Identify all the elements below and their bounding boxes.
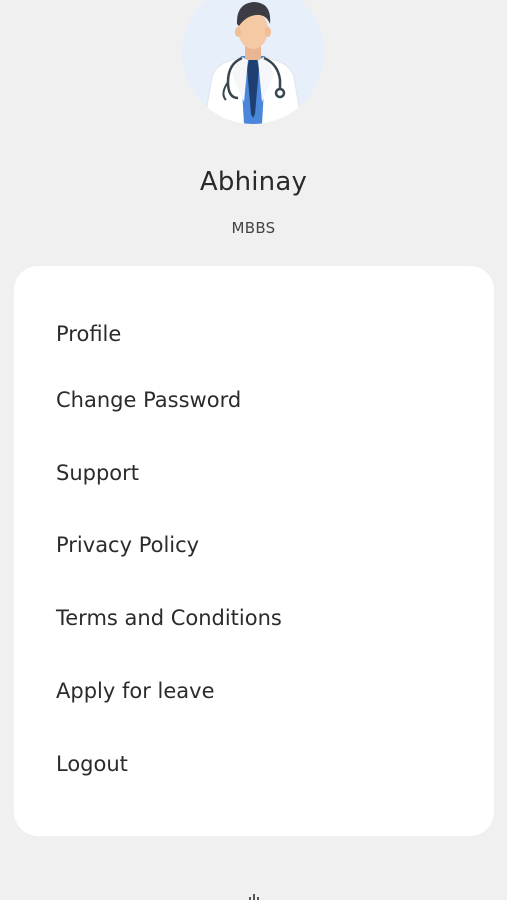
doctor-avatar-icon [203, 2, 303, 124]
profile-name: Abhinay [199, 167, 308, 197]
menu-card: Profile Change Password Support Privacy … [14, 266, 494, 836]
menu-item-privacy-policy[interactable]: Privacy Policy [56, 533, 199, 557]
menu-item-logout[interactable]: Logout [56, 752, 128, 776]
menu-item-profile[interactable]: Profile [56, 322, 121, 346]
menu-item-terms-and-conditions[interactable]: Terms and Conditions [56, 606, 282, 630]
menu-item-apply-for-leave[interactable]: Apply for leave [56, 679, 214, 703]
profile-degree: MBBS [231, 219, 276, 237]
avatar [182, 0, 324, 124]
menu-item-change-password[interactable]: Change Password [56, 388, 241, 412]
menu-item-support[interactable]: Support [56, 461, 139, 485]
cut-off-footer-glyph [247, 893, 261, 900]
